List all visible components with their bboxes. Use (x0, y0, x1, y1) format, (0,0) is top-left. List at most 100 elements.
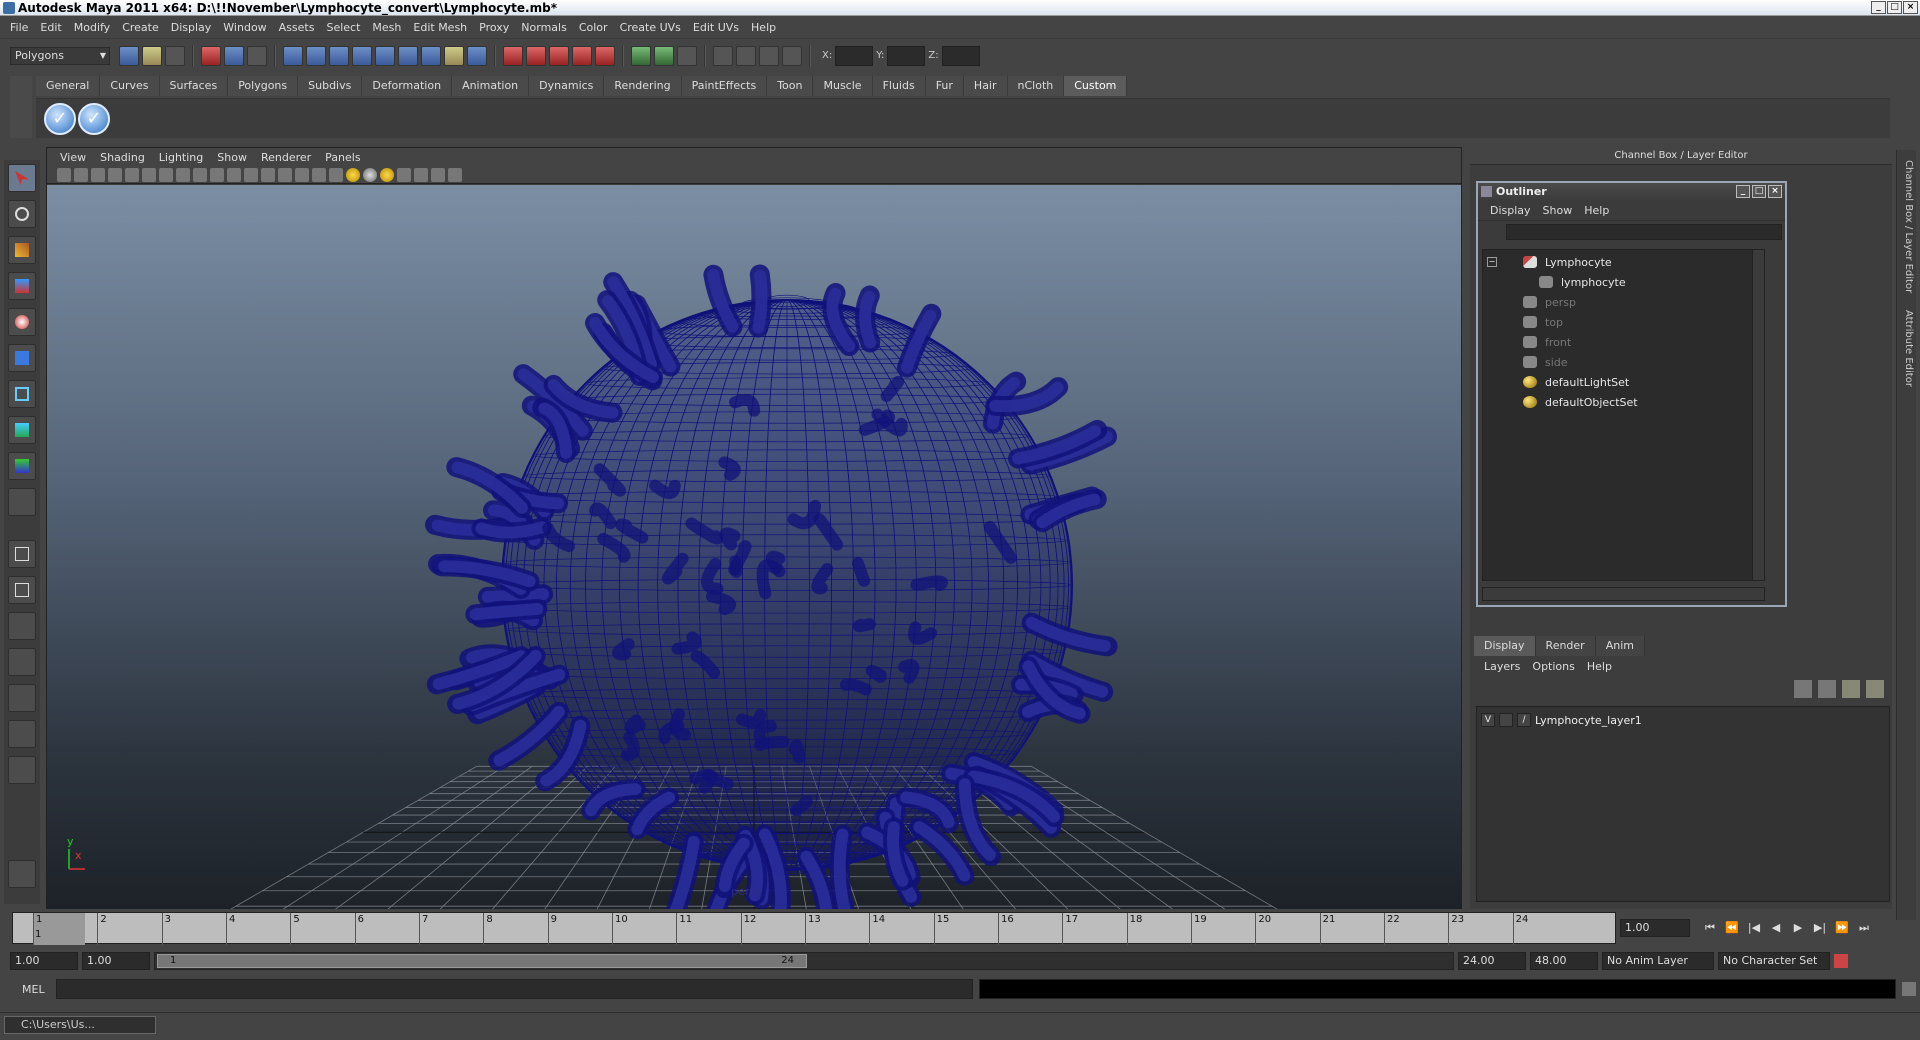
film-gate-icon[interactable] (176, 167, 190, 182)
shelf-tab-curves[interactable]: Curves (100, 76, 160, 96)
outliner-minimize-button[interactable]: _ (1736, 185, 1750, 198)
go-to-end-icon[interactable]: ⏭ (1856, 920, 1872, 936)
new-scene-icon[interactable] (119, 45, 139, 66)
menu-set-dropdown[interactable]: Polygons (10, 46, 110, 65)
checkmark-shelf-icon[interactable]: ✓ (78, 103, 110, 135)
current-frame-field[interactable]: 1.00 (1620, 919, 1690, 937)
side-tab-attribute-editor[interactable]: Attribute Editor (1900, 310, 1914, 387)
render-view-icon[interactable] (503, 45, 523, 66)
step-forward-key-icon[interactable]: ⏩ (1834, 920, 1850, 936)
play-backwards-icon[interactable]: ◀ (1768, 920, 1784, 936)
xray-icon[interactable] (414, 167, 428, 182)
menu-color[interactable]: Color (573, 21, 614, 34)
layer-color-swatch[interactable]: / (1517, 713, 1531, 727)
outliner-item-front[interactable]: front (1523, 332, 1571, 352)
shelf-tab-muscle[interactable]: Muscle (813, 76, 873, 96)
command-input[interactable] (55, 979, 973, 999)
layer-tab-render[interactable]: Render (1535, 636, 1596, 656)
soft-modification-icon[interactable] (8, 416, 36, 444)
universal-manipulator-icon[interactable] (8, 380, 36, 408)
viewport-menu-panels[interactable]: Panels (318, 151, 367, 164)
outliner-titlebar[interactable]: Outliner _ □ × (1478, 183, 1785, 201)
camera-attributes-icon[interactable] (74, 167, 88, 182)
safe-title-icon[interactable] (261, 167, 275, 182)
menu-normals[interactable]: Normals (515, 21, 573, 34)
all-lights-icon[interactable] (363, 167, 377, 182)
shelf-tab-fur[interactable]: Fur (925, 76, 964, 96)
input-ops-icon[interactable] (467, 45, 487, 66)
wireframe-on-shaded-icon[interactable] (312, 167, 326, 182)
shelf-tab-fluids[interactable]: Fluids (872, 76, 926, 96)
shelf-tab-surfaces[interactable]: Surfaces (159, 76, 229, 96)
paint-select-tool-icon[interactable] (8, 236, 36, 264)
command-language-label[interactable]: MEL (10, 983, 50, 996)
animation-preferences-icon[interactable] (1834, 954, 1848, 968)
step-back-key-icon[interactable]: ⏪ (1724, 920, 1740, 936)
shelf-tab-hair[interactable]: Hair (963, 76, 1008, 96)
outliner-item-persp[interactable]: persp (1523, 292, 1576, 312)
ipr-render-icon[interactable] (549, 45, 569, 66)
menu-assets[interactable]: Assets (273, 21, 321, 34)
hypershade-layout-icon[interactable] (8, 684, 36, 712)
menu-window[interactable]: Window (217, 21, 272, 34)
graph-editor-layout-icon[interactable] (8, 648, 36, 676)
outliner-persp-layout-icon[interactable] (8, 612, 36, 640)
select-camera-icon[interactable] (57, 167, 71, 182)
render-settings-icon[interactable] (572, 45, 592, 66)
smooth-shading-icon[interactable] (295, 167, 309, 182)
x-field[interactable] (835, 45, 874, 66)
resolution-gate-icon[interactable] (193, 167, 207, 182)
outliner-menu-display[interactable]: Display (1484, 204, 1537, 217)
minimize-button[interactable]: _ (1871, 1, 1886, 14)
new-empty-layer-icon[interactable] (1842, 680, 1860, 698)
relative-transform-icon[interactable] (654, 45, 674, 66)
menu-select[interactable]: Select (320, 21, 366, 34)
outliner-vertical-scrollbar[interactable] (1752, 250, 1764, 580)
outliner-menu-help[interactable]: Help (1578, 204, 1615, 217)
safe-action-icon[interactable] (244, 167, 258, 182)
shadows-icon[interactable] (380, 167, 394, 182)
layer-row[interactable]: V / Lymphocyte_layer1 (1481, 711, 1642, 729)
animation-start-field[interactable]: 1.00 (10, 952, 78, 970)
close-button[interactable]: × (1903, 1, 1918, 14)
hand-tool-icon[interactable] (8, 860, 36, 888)
shelf-tab-deformation[interactable]: Deformation (362, 76, 453, 96)
minimized-window[interactable]: C:\Users\Us... (4, 1016, 156, 1034)
outliner-maximize-button[interactable]: □ (1752, 185, 1766, 198)
snap-point-icon[interactable] (329, 45, 349, 66)
menu-edit-mesh[interactable]: Edit Mesh (407, 21, 473, 34)
menu-proxy[interactable]: Proxy (473, 21, 515, 34)
input-line-icon[interactable] (631, 45, 651, 66)
viewport-canvas[interactable]: y x persp (47, 185, 1461, 909)
hypershade-icon[interactable] (595, 45, 615, 66)
outliner-item-default-light-set[interactable]: defaultLightSet (1523, 372, 1629, 392)
layer-menu-options[interactable]: Options (1526, 660, 1580, 673)
show-hide-tools-icon[interactable] (713, 45, 733, 66)
dope-sheet-layout-icon[interactable] (8, 720, 36, 748)
layer-tab-display[interactable]: Display (1474, 636, 1536, 656)
script-editor-icon[interactable] (1902, 982, 1916, 996)
animation-end-field[interactable]: 48.00 (1530, 952, 1598, 970)
isolate-select-icon[interactable] (397, 167, 411, 182)
last-tool-icon[interactable] (8, 488, 36, 516)
viewport-menu-show[interactable]: Show (210, 151, 254, 164)
snap-view-plane-icon[interactable] (352, 45, 372, 66)
menu-display[interactable]: Display (165, 21, 218, 34)
show-manipulator-icon[interactable] (8, 452, 36, 480)
menu-create[interactable]: Create (116, 21, 165, 34)
shelf-tab-animation[interactable]: Animation (452, 76, 530, 96)
open-scene-icon[interactable] (142, 45, 162, 66)
layer-tab-anim[interactable]: Anim (1595, 636, 1645, 656)
character-set-dropdown[interactable]: No Character Set (1718, 952, 1830, 970)
grid-icon[interactable] (159, 167, 173, 182)
more-layouts-icon[interactable] (8, 756, 36, 784)
layer-visibility-toggle[interactable]: V (1481, 713, 1495, 727)
bookmarks-icon[interactable] (91, 167, 105, 182)
select-component-icon[interactable] (247, 45, 267, 66)
select-tool-icon[interactable] (8, 164, 36, 192)
go-to-start-icon[interactable]: ⏮ (1702, 920, 1718, 936)
history-icon[interactable] (398, 45, 418, 66)
menu-edit[interactable]: Edit (34, 21, 67, 34)
xray-joints-icon[interactable] (431, 167, 445, 182)
render-current-icon[interactable] (526, 45, 546, 66)
